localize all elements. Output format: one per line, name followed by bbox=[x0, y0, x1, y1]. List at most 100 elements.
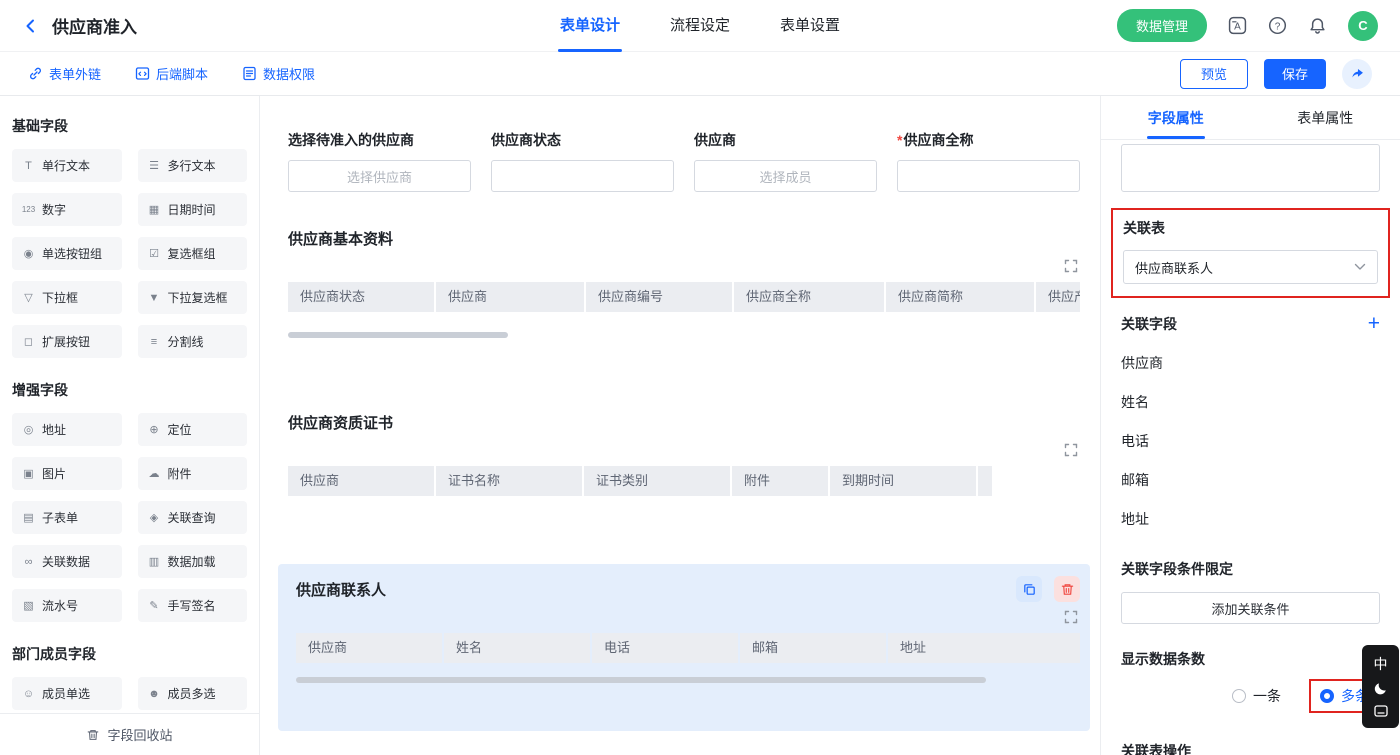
related-field-item[interactable]: 电话 bbox=[1121, 431, 1380, 451]
field-library-sidebar: 基础字段 T单行文本 ☰多行文本 123数字 ▦日期时间 ◉单选按钮组 ☑复选框… bbox=[0, 96, 260, 755]
subform-title: 供应商联系人 bbox=[296, 579, 386, 600]
help-icon[interactable]: ? bbox=[1268, 16, 1287, 35]
column-header: 证书类别 bbox=[584, 466, 730, 496]
field-type-multi-line-text[interactable]: ☰多行文本 bbox=[138, 149, 248, 182]
related-field-item[interactable]: 地址 bbox=[1121, 509, 1380, 529]
data-manage-button[interactable]: 数据管理 bbox=[1117, 9, 1207, 42]
field-type-serial-number[interactable]: ▧流水号 bbox=[12, 589, 122, 622]
column-header: 附件 bbox=[732, 466, 828, 496]
horizontal-scrollbar[interactable] bbox=[288, 332, 508, 338]
field-recycle-bin[interactable]: 字段回收站 bbox=[0, 713, 259, 755]
subform-contacts-selected[interactable]: 供应商联系人 供应商 姓名 电话 bbox=[278, 564, 1090, 731]
field-type-linked-data[interactable]: ∞关联数据 bbox=[12, 545, 122, 578]
delete-button[interactable] bbox=[1054, 576, 1080, 602]
field-type-signature[interactable]: ✎手写签名 bbox=[138, 589, 248, 622]
expand-icon[interactable] bbox=[1064, 610, 1078, 624]
field-type-location[interactable]: ⊕定位 bbox=[138, 413, 248, 446]
field-supplier-status[interactable]: 供应商状态 bbox=[491, 130, 674, 192]
subform-certificates[interactable]: 供应商资质证书 供应商 证书名称 证书类别 附件 到期时间 bbox=[288, 412, 1080, 496]
preview-button[interactable]: 预览 bbox=[1180, 59, 1248, 89]
ime-language-indicator[interactable]: 中 bbox=[1374, 657, 1388, 671]
field-select-pending-supplier[interactable]: 选择待准入的供应商 选择供应商 bbox=[288, 130, 471, 192]
field-type-number[interactable]: 123数字 bbox=[12, 193, 122, 226]
related-field-item[interactable]: 邮箱 bbox=[1121, 470, 1380, 490]
radio-icon-checked[interactable] bbox=[1320, 689, 1334, 703]
tab-form-setting[interactable]: 表单设置 bbox=[780, 0, 840, 52]
signature-pen-icon: ✎ bbox=[146, 599, 163, 612]
field-type-member-single[interactable]: ☺成员单选 bbox=[12, 677, 122, 710]
related-field-item[interactable]: 供应商 bbox=[1121, 353, 1380, 373]
field-type-attachment[interactable]: ☁附件 bbox=[138, 457, 248, 490]
subform-basic-info[interactable]: 供应商基本资料 供应商状态 供应商 供应商编号 供应商全称 供应商简称 供应产 bbox=[288, 228, 1080, 338]
radio-option-single[interactable]: 一条 bbox=[1232, 686, 1281, 706]
field-placeholder: 选择供应商 bbox=[347, 167, 412, 186]
field-type-member-multi[interactable]: ☻成员多选 bbox=[138, 677, 248, 710]
field-type-divider[interactable]: ≡分割线 bbox=[138, 325, 248, 358]
page-title: 供应商准入 bbox=[52, 13, 137, 38]
external-link-label: 表单外链 bbox=[49, 64, 101, 83]
tab-field-properties[interactable]: 字段属性 bbox=[1101, 96, 1251, 139]
condition-limit-label: 关联字段条件限定 bbox=[1121, 559, 1380, 579]
field-type-dropdown-multi[interactable]: ▼下拉复选框 bbox=[138, 281, 248, 314]
script-icon bbox=[135, 66, 150, 81]
radio-icon-unchecked[interactable] bbox=[1232, 689, 1246, 703]
app-header: 供应商准入 表单设计 流程设定 表单设置 数据管理 A ? C bbox=[0, 0, 1400, 52]
tab-flow-setting[interactable]: 流程设定 bbox=[670, 0, 730, 52]
enhanced-fields-section: 增强字段 ◎地址 ⊕定位 ▣图片 ☁附件 ▤子表单 ◈关联查询 ∞关联数据 ▥数… bbox=[12, 380, 247, 622]
back-button[interactable] bbox=[22, 17, 40, 35]
field-type-radio-group[interactable]: ◉单选按钮组 bbox=[12, 237, 122, 270]
field-type-checkbox-group[interactable]: ☑复选框组 bbox=[138, 237, 248, 270]
expand-icon[interactable] bbox=[1064, 443, 1078, 457]
field-type-label: 日期时间 bbox=[168, 201, 216, 218]
field-input[interactable] bbox=[897, 160, 1080, 192]
column-header: 供应商 bbox=[288, 466, 434, 496]
subform-icon: ▤ bbox=[20, 511, 37, 524]
trash-icon bbox=[1060, 582, 1075, 597]
field-type-extend-button[interactable]: ◻扩展按钮 bbox=[12, 325, 122, 358]
field-type-data-load[interactable]: ▥数据加载 bbox=[138, 545, 248, 578]
section-title-enhanced: 增强字段 bbox=[12, 380, 247, 400]
field-input[interactable]: 选择成员 bbox=[694, 160, 877, 192]
form-canvas: 选择待准入的供应商 选择供应商 供应商状态 供应商 选择成员 *供应商全称 bbox=[260, 96, 1100, 755]
field-type-datetime[interactable]: ▦日期时间 bbox=[138, 193, 248, 226]
field-input[interactable]: 选择供应商 bbox=[288, 160, 471, 192]
backend-script-button[interactable]: 后端脚本 bbox=[135, 64, 208, 83]
field-input[interactable] bbox=[491, 160, 674, 192]
share-button[interactable] bbox=[1342, 59, 1372, 89]
field-title-input[interactable] bbox=[1121, 144, 1380, 192]
notification-bell-icon[interactable] bbox=[1308, 17, 1327, 35]
expand-icon[interactable] bbox=[1064, 259, 1078, 273]
recycle-bin-label: 字段回收站 bbox=[107, 725, 172, 744]
field-type-linked-query[interactable]: ◈关联查询 bbox=[138, 501, 248, 534]
user-avatar[interactable]: C bbox=[1348, 11, 1378, 41]
field-type-address[interactable]: ◎地址 bbox=[12, 413, 122, 446]
related-fields-label: 关联字段 bbox=[1121, 314, 1177, 334]
moon-icon[interactable] bbox=[1373, 680, 1389, 696]
horizontal-scrollbar[interactable] bbox=[296, 677, 986, 683]
field-type-subform[interactable]: ▤子表单 bbox=[12, 501, 122, 534]
field-type-image[interactable]: ▣图片 bbox=[12, 457, 122, 490]
tab-form-properties[interactable]: 表单属性 bbox=[1251, 96, 1400, 139]
tab-form-design[interactable]: 表单设计 bbox=[560, 0, 620, 52]
translate-icon[interactable]: A bbox=[1228, 16, 1247, 35]
ime-widget[interactable]: 中 bbox=[1362, 645, 1399, 728]
multi-line-text-icon: ☰ bbox=[146, 159, 163, 172]
field-type-single-line-text[interactable]: T单行文本 bbox=[12, 149, 122, 182]
column-header: 供应商全称 bbox=[734, 282, 884, 312]
related-field-item[interactable]: 姓名 bbox=[1121, 392, 1380, 412]
save-button[interactable]: 保存 bbox=[1264, 59, 1326, 89]
svg-text:A: A bbox=[1234, 21, 1241, 32]
field-supplier[interactable]: 供应商 选择成员 bbox=[694, 130, 877, 192]
field-type-dropdown[interactable]: ▽下拉框 bbox=[12, 281, 122, 314]
data-permission-button[interactable]: 数据权限 bbox=[242, 64, 315, 83]
field-supplier-full-name[interactable]: *供应商全称 bbox=[897, 130, 1080, 192]
copy-button[interactable] bbox=[1016, 576, 1042, 602]
ime-tool-icon[interactable] bbox=[1374, 705, 1388, 717]
external-link-button[interactable]: 表单外链 bbox=[28, 64, 101, 83]
subform-title: 供应商基本资料 bbox=[288, 228, 1080, 249]
chain-link-icon bbox=[28, 66, 43, 81]
add-related-field-icon[interactable]: + bbox=[1368, 316, 1380, 332]
related-table-select[interactable]: 供应商联系人 bbox=[1123, 250, 1378, 284]
number-icon: 123 bbox=[20, 205, 37, 214]
add-condition-button[interactable]: 添加关联条件 bbox=[1121, 592, 1380, 624]
